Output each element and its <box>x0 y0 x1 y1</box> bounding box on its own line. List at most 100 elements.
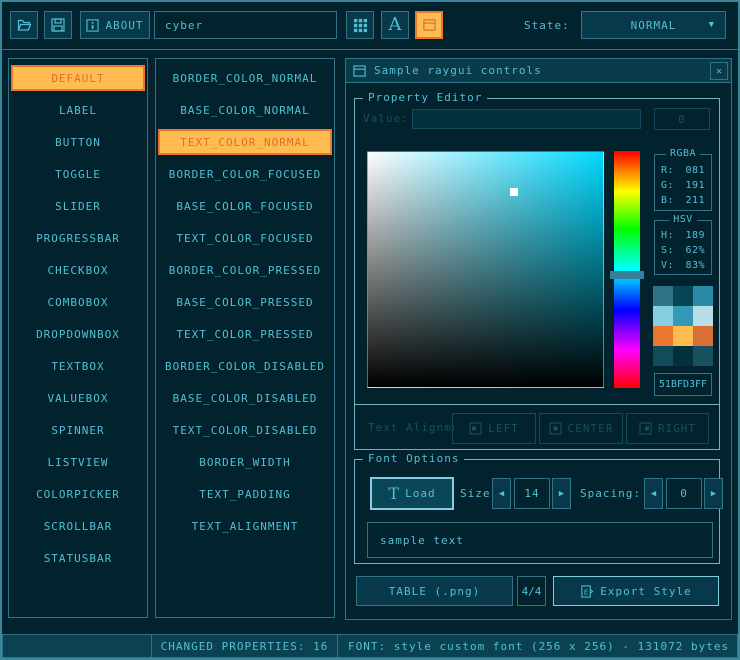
palette-swatch[interactable] <box>693 286 713 306</box>
palette-swatch[interactable] <box>693 306 713 326</box>
size-increase-button[interactable]: ▶ <box>552 478 571 509</box>
arrow-right-icon: ▶ <box>559 489 564 499</box>
properties-list-item[interactable]: BORDER_COLOR_FOCUSED <box>158 161 332 187</box>
properties-list-item[interactable]: BORDER_COLOR_NORMAL <box>158 65 332 91</box>
palette-swatch[interactable] <box>653 346 673 366</box>
controls-list-item[interactable]: COMBOBOX <box>11 289 145 315</box>
color-saturation-value-panel[interactable] <box>367 151 604 388</box>
controls-list-item[interactable]: LISTVIEW <box>11 449 145 475</box>
properties-list-item[interactable]: BASE_COLOR_NORMAL <box>158 97 332 123</box>
properties-list-item[interactable]: TEXT_COLOR_DISABLED <box>158 417 332 443</box>
value-label: Value: <box>363 112 409 125</box>
palette-swatch[interactable] <box>673 286 693 306</box>
palette-swatch[interactable] <box>673 326 693 346</box>
controls-list-item[interactable]: TOGGLE <box>11 161 145 187</box>
controls-list-item[interactable]: PROGRESSBAR <box>11 225 145 251</box>
align-left-label: LEFT <box>488 422 519 435</box>
controls-list-item[interactable]: SPINNER <box>11 417 145 443</box>
properties-list-item[interactable]: BASE_COLOR_DISABLED <box>158 385 332 411</box>
svg-text:E: E <box>584 587 589 596</box>
sample-window-title: Sample raygui controls <box>374 64 542 77</box>
controls-list-item[interactable]: STATUSBAR <box>11 545 145 571</box>
align-left-icon <box>469 422 482 435</box>
palette-swatch[interactable] <box>653 326 673 346</box>
r-value: 081 <box>685 163 705 178</box>
size-value-box[interactable]: 14 <box>514 478 550 509</box>
palette-swatch[interactable] <box>673 346 693 366</box>
sample-window-titlebar[interactable]: Sample raygui controls ✕ <box>346 59 731 83</box>
arrow-right-icon: ▶ <box>711 489 716 499</box>
properties-list-item[interactable]: BASE_COLOR_PRESSED <box>158 289 332 315</box>
hue-slider-handle[interactable] <box>610 271 644 279</box>
v-label: V: <box>661 258 674 273</box>
properties-list-item[interactable]: BORDER_COLOR_DISABLED <box>158 353 332 379</box>
font-info-text: FONT: style custom font (256 x 256) - 13… <box>348 640 729 653</box>
hue-slider[interactable] <box>614 151 640 388</box>
properties-list-item[interactable]: TEXT_ALIGNMENT <box>158 513 332 539</box>
properties-list-item[interactable]: TEXT_COLOR_NORMAL <box>158 129 332 155</box>
state-label: State: <box>524 11 570 39</box>
color-picker-cursor[interactable] <box>510 188 518 196</box>
floppy-save-icon <box>50 17 66 33</box>
about-button[interactable]: ABOUT <box>80 11 150 39</box>
value-button[interactable]: 0 <box>654 108 710 130</box>
load-font-button[interactable]: T Load <box>370 477 454 510</box>
controls-list-item[interactable]: SCROLLBAR <box>11 513 145 539</box>
style-grid-view-button[interactable] <box>346 11 374 39</box>
properties-list-item[interactable]: BASE_COLOR_FOCUSED <box>158 193 332 219</box>
open-style-button[interactable] <box>10 11 38 39</box>
state-dropdown[interactable]: NORMAL ▼ <box>581 11 726 39</box>
palette-swatch[interactable] <box>653 286 673 306</box>
controls-list-item[interactable]: VALUEBOX <box>11 385 145 411</box>
palette-swatch[interactable] <box>673 306 693 326</box>
properties-list-item[interactable]: BORDER_WIDTH <box>158 449 332 475</box>
save-style-button[interactable] <box>44 11 72 39</box>
palette-swatch[interactable] <box>653 306 673 326</box>
palette-swatch[interactable] <box>693 346 713 366</box>
properties-list-item[interactable]: TEXT_COLOR_PRESSED <box>158 321 332 347</box>
controls-list-item[interactable]: SLIDER <box>11 193 145 219</box>
spacing-value-box[interactable]: 0 <box>666 478 702 509</box>
v-value: 83% <box>685 258 705 273</box>
export-format-pages[interactable]: 4/4 <box>517 576 546 606</box>
property-editor-group: Property Editor Value: 0 RGBA R:081 G:19… <box>354 98 720 450</box>
properties-list: BORDER_COLOR_NORMAL BASE_COLOR_NORMAL TEXT… <box>155 58 335 618</box>
align-right-button[interactable]: RIGHT <box>626 413 709 444</box>
state-dropdown-value: NORMAL <box>631 19 677 32</box>
style-name-input[interactable] <box>154 11 337 39</box>
export-table-format-button[interactable]: TABLE (.png) <box>356 576 513 606</box>
properties-list-item[interactable]: TEXT_PADDING <box>158 481 332 507</box>
palette-swatch[interactable] <box>693 326 713 346</box>
font-view-button[interactable]: A <box>381 11 409 39</box>
controls-list: DEFAULT LABEL BUTTON TOGGLE SLIDER PROGRESSBA… <box>8 58 148 618</box>
spacing-increase-button[interactable]: ▶ <box>704 478 723 509</box>
export-file-icon: E <box>580 584 594 599</box>
export-style-label: Export Style <box>600 585 691 598</box>
spacing-decrease-button[interactable]: ◀ <box>644 478 663 509</box>
align-center-icon <box>549 422 562 435</box>
controls-list-item[interactable]: COLORPICKER <box>11 481 145 507</box>
align-right-icon <box>639 422 652 435</box>
export-style-button[interactable]: E Export Style <box>553 576 719 606</box>
controls-list-item[interactable]: LABEL <box>11 97 145 123</box>
statusbar-changed-properties: CHANGED PROPERTIES: 16 <box>151 634 338 658</box>
sample-controls-window: Sample raygui controls ✕ Property Editor… <box>345 58 732 620</box>
controls-list-item[interactable]: DROPDOWNBOX <box>11 321 145 347</box>
b-value: 211 <box>685 193 705 208</box>
window-view-button[interactable] <box>415 11 443 39</box>
align-left-button[interactable]: LEFT <box>452 413 536 444</box>
properties-list-item[interactable]: TEXT_COLOR_FOCUSED <box>158 225 332 251</box>
properties-list-item[interactable]: BORDER_COLOR_PRESSED <box>158 257 332 283</box>
close-icon[interactable]: ✕ <box>710 62 728 80</box>
load-font-label: Load <box>405 487 436 500</box>
controls-list-item[interactable]: DEFAULT <box>11 65 145 91</box>
info-icon <box>86 19 99 32</box>
hex-color-box[interactable]: 51BFD3FF <box>654 373 712 396</box>
controls-list-item[interactable]: BUTTON <box>11 129 145 155</box>
size-decrease-button[interactable]: ◀ <box>492 478 511 509</box>
align-center-button[interactable]: CENTER <box>539 413 623 444</box>
font-sample-textbox[interactable]: sample text <box>367 522 713 558</box>
controls-list-item[interactable]: TEXTBOX <box>11 353 145 379</box>
controls-list-item[interactable]: CHECKBOX <box>11 257 145 283</box>
value-slider[interactable] <box>412 109 641 129</box>
